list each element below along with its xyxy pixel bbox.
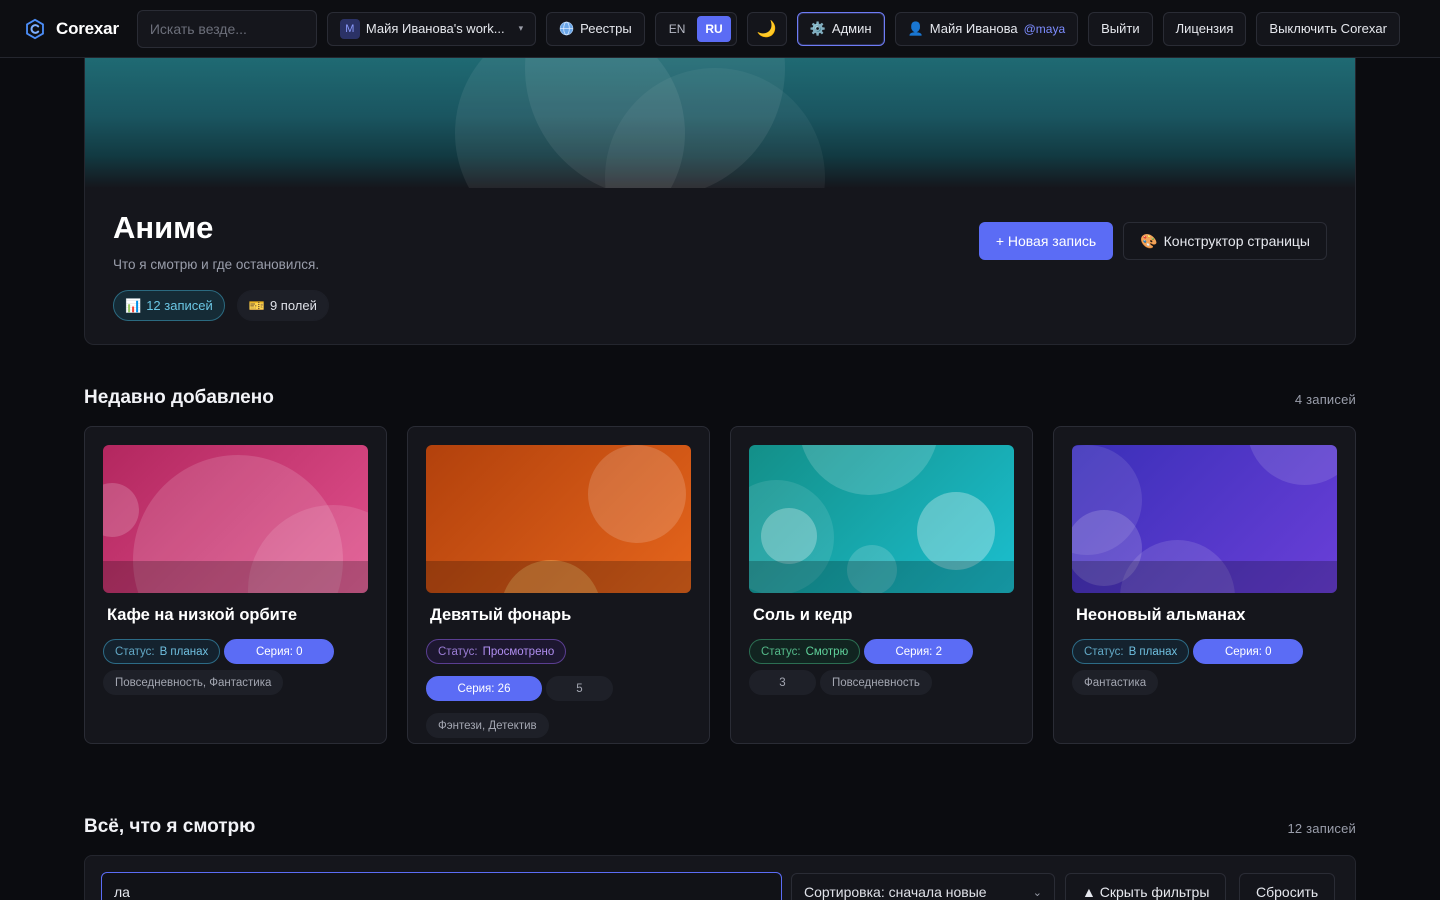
disable-corexar-button[interactable]: Выключить Corexar: [1256, 11, 1400, 46]
card-tags: Статус: В планах Серия: 0 Фантастика: [1072, 639, 1337, 695]
license-button[interactable]: Лицензия: [1162, 11, 1247, 46]
gear-icon: ⚙️: [809, 20, 826, 36]
episode-badge: Серия: 0: [1193, 639, 1304, 664]
record-card[interactable]: Девятый фонарь Статус: Просмотрено Серия:…: [407, 426, 710, 744]
recent-cards: Кафе на низкой орбите Статус: В планах Се…: [84, 426, 1356, 744]
page-builder-button[interactable]: 🎨 Конструктор страницы: [1123, 222, 1327, 260]
new-record-button[interactable]: + Новая запись: [978, 222, 1114, 260]
card-title: Кафе на низкой орбите: [107, 606, 298, 624]
card-tags: Статус: Смотрю Серия: 2 3 Повседневность: [749, 639, 1014, 695]
page-builder-label: Конструктор страницы: [1163, 233, 1310, 249]
card-title: Девятый фонарь: [430, 606, 572, 624]
admin-label: Админ: [831, 21, 872, 36]
language-switcher: EN RU: [654, 11, 737, 46]
recent-section-title: Недавно добавлено: [84, 387, 274, 408]
user-handle: @maya: [1023, 21, 1066, 36]
admin-button[interactable]: ⚙️ Админ: [796, 11, 885, 46]
record-card[interactable]: Неоновый альманах Статус: В планах Серия:…: [1053, 426, 1356, 744]
extra-number-badge: 3: [749, 670, 816, 695]
card-cover: [749, 445, 1014, 593]
moon-icon: 🌙: [756, 20, 777, 38]
status-badge: Статус: В планах: [1072, 639, 1190, 664]
page-title: Аниме: [113, 210, 214, 245]
lang-en-button[interactable]: EN: [661, 16, 694, 42]
card-cover: [1072, 445, 1337, 593]
chevron-down-icon: ⌄: [1032, 886, 1042, 899]
all-section-title: Всё, что я смотрю: [84, 816, 256, 837]
brand[interactable]: Corexar: [24, 18, 119, 40]
genres-badge: Повседневность: [820, 670, 932, 695]
card-title: Соль и кедр: [753, 606, 853, 624]
card-cover: [426, 445, 691, 593]
records-count-label: 12 записей: [146, 298, 213, 313]
genres-badge: Повседневность, Фантастика: [103, 670, 284, 695]
user-name: Майя Иванова: [929, 21, 1018, 36]
hero-actions: + Новая запись 🎨 Конструктор страницы: [978, 222, 1327, 260]
genres-badge: Фантастика: [1072, 670, 1159, 695]
episode-badge: Серия: 0: [224, 639, 335, 664]
workspace-name: Майя Иванова's work...: [365, 21, 505, 36]
episode-badge: Серия: 26: [426, 676, 542, 701]
record-card[interactable]: Соль и кедр Статус: Смотрю Серия: 2 3 Пов…: [730, 426, 1033, 744]
episode-badge: Серия: 2: [864, 639, 974, 664]
top-nav: Corexar M Майя Иванова's work... ▾ Реест…: [0, 0, 1440, 58]
workspace-avatar: M: [339, 18, 360, 39]
user-icon: 👤: [907, 20, 924, 36]
bar-chart-icon: 📊: [125, 297, 142, 313]
brand-name: Corexar: [56, 18, 119, 38]
sort-select[interactable]: Сортировка: сначала новые ⌄: [791, 873, 1055, 900]
palette-icon: 🎨: [1140, 232, 1158, 249]
status-badge: Статус: В планах: [103, 639, 221, 664]
ticket-icon: 🎫: [248, 297, 265, 313]
sort-label: Сортировка: сначала новые: [804, 884, 987, 900]
caret-down-icon: ▾: [518, 23, 524, 33]
registries-label: Реестры: [580, 21, 632, 36]
records-count-chip[interactable]: 📊 12 записей: [113, 290, 225, 321]
logout-button[interactable]: Выйти: [1088, 11, 1153, 46]
lang-ru-button[interactable]: RU: [697, 15, 731, 42]
user-profile-button[interactable]: 👤 Майя Иванова @maya: [894, 11, 1079, 46]
corexar-logo-icon: [26, 18, 44, 39]
status-badge: Статус: Смотрю: [749, 639, 861, 664]
record-card[interactable]: Кафе на низкой орбите Статус: В планах Се…: [84, 426, 387, 744]
card-tags: Статус: Просмотрено Серия: 26 5 Фэнтези, …: [426, 639, 691, 738]
theme-toggle[interactable]: 🌙: [746, 11, 787, 46]
card-cover: [103, 445, 368, 593]
status-badge: Статус: Просмотрено: [426, 639, 567, 664]
hide-filters-button[interactable]: ▲ Скрыть фильтры: [1065, 873, 1227, 900]
registries-button[interactable]: Реестры: [546, 11, 645, 46]
workspace-switcher[interactable]: M Майя Иванова's work... ▾: [326, 11, 537, 46]
registry-stats: 📊 12 записей 🎫 9 полей: [113, 290, 329, 321]
fields-count-chip[interactable]: 🎫 9 полей: [236, 290, 329, 321]
card-title: Неоновый альманах: [1076, 606, 1246, 624]
page-subtitle: Что я смотрю и где остановился.: [113, 257, 320, 272]
reset-filters-button[interactable]: Сбросить: [1239, 873, 1336, 900]
extra-number-badge: 5: [546, 676, 613, 701]
registry-header: Аниме Что я смотрю и где остановился. 📊 …: [84, 58, 1356, 345]
card-tags: Статус: В планах Серия: 0 Повседневность,…: [103, 639, 368, 695]
genres-badge: Фэнтези, Детектив: [426, 713, 549, 738]
cover-image: [85, 58, 1355, 188]
global-search-input[interactable]: [136, 9, 317, 48]
all-section-count: 12 записей: [1287, 821, 1356, 836]
fields-count-label: 9 полей: [269, 298, 317, 313]
globe-icon: [559, 21, 574, 36]
recent-section-count: 4 записей: [1294, 392, 1356, 407]
filter-bar: Сортировка: сначала новые ⌄ ▲ Скрыть фил…: [84, 855, 1356, 900]
records-search-input[interactable]: [101, 872, 782, 900]
